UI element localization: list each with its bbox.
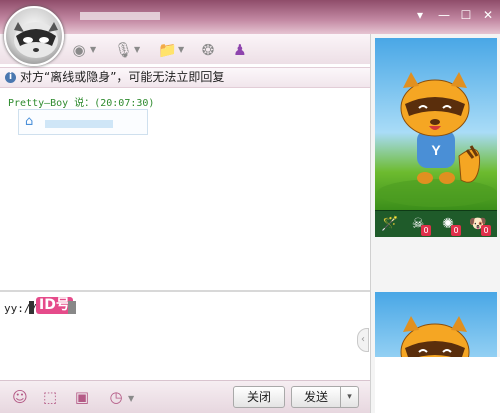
blank-area <box>375 357 500 413</box>
redacted-username <box>80 12 160 20</box>
show-window-top: Y <box>375 38 497 210</box>
send-button[interactable]: 发送 <box>291 386 341 408</box>
text-cursor <box>29 301 34 314</box>
info-icon: i <box>5 72 16 83</box>
gift-bar: 🪄 ☠ 0 ✺ 0 🐶 0 <box>375 210 497 237</box>
input-toolbar: ☺ ⬚ ▣ ◷ ▼ 关闭 发送 ▾ <box>0 380 370 413</box>
image-icon[interactable]: ▣ <box>72 387 92 407</box>
offline-notice: i 对方“离线或隐身”，可能无法立即回复 <box>0 67 370 88</box>
mascot-icon: Y <box>377 72 497 207</box>
home-icon: ⌂ <box>25 114 34 129</box>
title-bar: ▾ — ☐ ✕ <box>0 0 500 34</box>
redacted-message <box>45 120 113 128</box>
screenshot-icon[interactable]: ⬚ <box>40 387 60 407</box>
wand-gift-icon[interactable]: 🪄 <box>379 213 401 235</box>
maximize-icon[interactable]: ☐ <box>458 8 474 22</box>
avatar[interactable] <box>4 6 64 66</box>
sender-line: Pretty—Boy 说：(20:07:30) <box>8 98 155 109</box>
microphone-icon[interactable]: 🎙 <box>114 41 133 59</box>
message-history[interactable]: Pretty—Boy 说：(20:07:30) ⌂ <box>0 89 370 289</box>
gift-count-badge: 0 <box>481 225 491 236</box>
camera-icon[interactable]: ◉ <box>70 41 88 59</box>
svg-text:Y: Y <box>431 142 441 158</box>
collapse-panel-handle[interactable]: ‹ <box>357 328 369 352</box>
gift-count-badge: 0 <box>421 225 431 236</box>
chevron-down-icon[interactable]: ▼ <box>128 394 134 403</box>
chevron-down-icon[interactable]: ▼ <box>178 45 184 54</box>
minimize-icon[interactable]: — <box>436 8 452 22</box>
folder-icon[interactable]: 📁 <box>158 41 177 59</box>
close-icon[interactable]: ✕ <box>480 8 496 22</box>
dropdown-menu-icon[interactable]: ▾ <box>412 8 428 22</box>
emoji-icon[interactable]: ☺ <box>10 387 30 407</box>
gift-count-badge: 0 <box>451 225 461 236</box>
person-icon[interactable]: ♟ <box>231 41 249 59</box>
notice-text: 对方“离线或隐身”，可能无法立即回复 <box>20 70 225 84</box>
close-button[interactable]: 关闭 <box>233 386 285 408</box>
chevron-down-icon[interactable]: ▼ <box>134 45 140 54</box>
history-icon[interactable]: ◷ <box>106 387 126 407</box>
redacted-id <box>68 301 76 314</box>
message-bubble[interactable]: ⌂ <box>18 109 148 135</box>
chat-bubble-icon[interactable]: ❂ <box>199 41 217 59</box>
send-options-button[interactable]: ▾ <box>341 386 359 408</box>
message-input[interactable]: yy:// ID号 <box>0 292 370 380</box>
chevron-down-icon[interactable]: ▼ <box>90 45 96 54</box>
